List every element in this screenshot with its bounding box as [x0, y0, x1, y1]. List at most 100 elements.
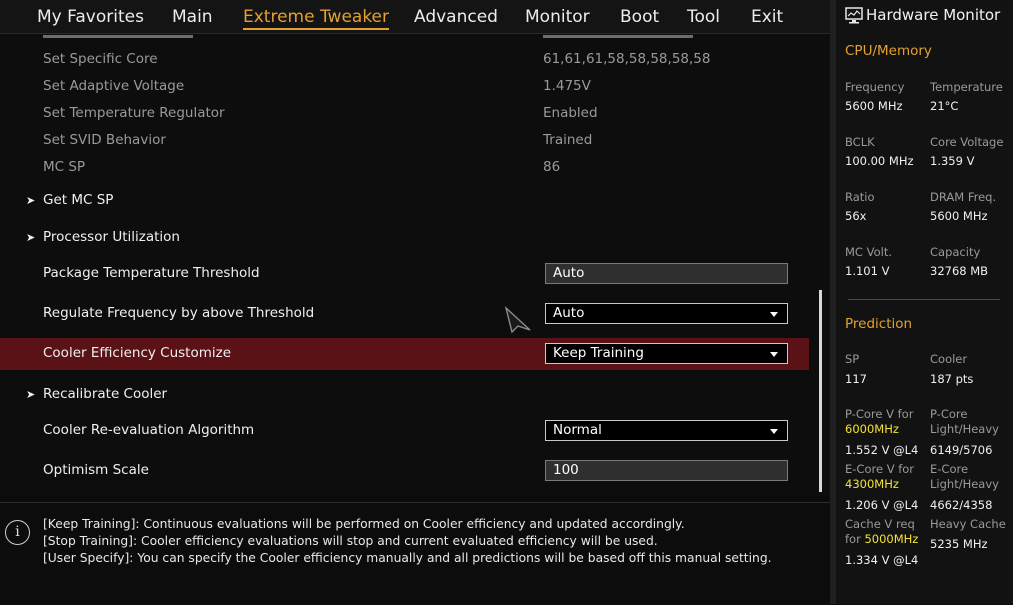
- hw-label-sp: SP: [845, 352, 860, 366]
- setting-value-set-svid-behavior: Trained: [543, 132, 593, 148]
- hw-value-pcore-v: 1.552 V @L4: [845, 443, 919, 457]
- setting-label-set-adaptive-voltage: Set Adaptive Voltage: [43, 78, 185, 94]
- pcore-v-text: P-Core V for: [845, 407, 914, 421]
- hw-value-pcore-light-heavy: 6149/5706: [930, 443, 993, 457]
- help-line-keep-training: [Keep Training]: Continuous evaluations …: [43, 517, 685, 531]
- clipped-row-value: [543, 34, 693, 43]
- hw-value-ratio: 56x: [845, 209, 867, 223]
- option-label-cooler-efficiency-customize: Cooler Efficiency Customize: [43, 345, 232, 361]
- tab-exit[interactable]: Exit: [751, 7, 783, 27]
- hw-value-core-voltage: 1.359 V: [930, 154, 975, 168]
- pcore-v-freq: 6000MHz: [845, 422, 899, 436]
- monitor-icon: [845, 7, 863, 24]
- clipped-text-fragment: [43, 35, 193, 38]
- option-label-optimism-scale: Optimism Scale: [43, 462, 149, 478]
- option-label-package-temperature-threshold: Package Temperature Threshold: [43, 265, 260, 281]
- help-line-stop-training: [Stop Training]: Cooler efficiency evalu…: [43, 534, 658, 548]
- pcore-lh-text-2: Light/Heavy: [930, 422, 999, 436]
- hardware-monitor-panel: Hardware Monitor CPU/Memory Frequency 56…: [836, 0, 1013, 604]
- submenu-get-mc-sp[interactable]: ➤ Get MC SP: [26, 191, 113, 210]
- hw-value-cache-v: 1.334 V @L4: [845, 553, 919, 567]
- hw-label-capacity: Capacity: [930, 245, 981, 259]
- hw-label-cache-v: Cache V req for 5000MHz: [845, 517, 918, 547]
- pcore-lh-text-1: P-Core: [930, 407, 968, 421]
- tab-extreme-tweaker-label: Extreme Tweaker: [243, 7, 390, 27]
- submenu-processor-utilization[interactable]: ➤ Processor Utilization: [26, 228, 180, 247]
- top-navigation: My Favorites Main Extreme Tweaker Advanc…: [0, 0, 830, 34]
- scrollbar[interactable]: [819, 290, 822, 492]
- setting-label-set-svid-behavior: Set SVID Behavior: [43, 132, 166, 148]
- setting-value-mc-sp: 86: [543, 159, 561, 175]
- setting-label-mc-sp: MC SP: [43, 159, 86, 175]
- clipped-text-fragment: [543, 35, 693, 38]
- tab-advanced[interactable]: Advanced: [414, 7, 498, 27]
- hw-value-temperature: 21°C: [930, 99, 959, 113]
- option-label-regulate-frequency: Regulate Frequency by above Threshold: [43, 305, 315, 321]
- hw-label-mc-volt: MC Volt.: [845, 245, 892, 259]
- hw-label-dram-freq: DRAM Freq.: [930, 190, 997, 204]
- cooler-reevaluation-algorithm-dropdown[interactable]: Normal: [545, 420, 788, 441]
- tab-extreme-tweaker[interactable]: Extreme Tweaker: [243, 7, 390, 30]
- cache-v-freq: 5000MHz: [864, 532, 919, 546]
- regulate-frequency-dropdown[interactable]: Auto: [545, 303, 788, 324]
- package-temperature-threshold-input[interactable]: Auto: [545, 263, 788, 284]
- chevron-down-icon: [770, 352, 778, 357]
- tab-monitor[interactable]: Monitor: [525, 7, 590, 27]
- hardware-monitor-title: Hardware Monitor: [866, 6, 1001, 24]
- section-separator: [848, 299, 1000, 300]
- cache-v-text-2: for: [845, 532, 861, 546]
- hw-label-pcore-v: P-Core V for 6000MHz: [845, 407, 913, 437]
- help-line-user-specify: [User Specify]: You can specify the Cool…: [43, 551, 772, 565]
- section-prediction: Prediction: [845, 316, 913, 332]
- setting-value-set-adaptive-voltage: 1.475V: [543, 78, 591, 94]
- setting-label-set-specific-core: Set Specific Core: [43, 51, 158, 67]
- submenu-arrow-icon: ➤: [26, 388, 36, 401]
- tab-tool[interactable]: Tool: [687, 7, 720, 27]
- dropdown-value: Keep Training: [553, 345, 644, 361]
- submenu-label: Get MC SP: [43, 192, 114, 208]
- ecore-lh-text-2: Light/Heavy: [930, 477, 999, 491]
- ecore-v-freq: 4300MHz: [845, 477, 899, 491]
- hw-label-bclk: BCLK: [845, 135, 875, 149]
- mouse-cursor-icon: [504, 306, 531, 334]
- hw-value-frequency: 5600 MHz: [845, 99, 903, 113]
- submenu-arrow-icon: ➤: [26, 231, 36, 244]
- hw-label-pcore-light-heavy: P-Core Light/Heavy: [930, 407, 999, 437]
- setting-value-set-temperature-regulator: Enabled: [543, 105, 598, 121]
- help-panel: i [Keep Training]: Continuous evaluation…: [0, 502, 830, 605]
- active-tab-underline: [243, 28, 390, 30]
- tab-my-favorites[interactable]: My Favorites: [37, 7, 144, 27]
- hw-value-heavy-cache: 5235 MHz: [930, 537, 988, 551]
- hw-label-heavy-cache: Heavy Cache: [930, 517, 1006, 531]
- dropdown-value: Auto: [553, 305, 585, 321]
- tab-boot[interactable]: Boot: [620, 7, 659, 27]
- settings-panel: Set Specific Core 61,61,61,58,58,58,58,5…: [0, 34, 830, 496]
- hw-label-ecore-v: E-Core V for 4300MHz: [845, 462, 914, 492]
- hw-value-ecore-v: 1.206 V @L4: [845, 498, 919, 512]
- hw-label-ecore-light-heavy: E-Core Light/Heavy: [930, 462, 999, 492]
- ecore-v-text: E-Core V for: [845, 462, 915, 476]
- hw-label-cooler: Cooler: [930, 352, 968, 366]
- section-cpu-memory: CPU/Memory: [845, 43, 932, 59]
- submenu-arrow-icon: ➤: [26, 194, 36, 207]
- tab-main[interactable]: Main: [172, 7, 213, 27]
- hw-value-bclk: 100.00 MHz: [845, 154, 914, 168]
- cooler-efficiency-customize-dropdown[interactable]: Keep Training: [545, 343, 788, 364]
- hw-value-sp: 117: [845, 372, 867, 386]
- submenu-label: Recalibrate Cooler: [43, 386, 168, 402]
- optimism-scale-input[interactable]: 100: [545, 460, 788, 481]
- hw-label-frequency: Frequency: [845, 80, 905, 94]
- dropdown-value: Normal: [553, 422, 602, 438]
- hw-label-ratio: Ratio: [845, 190, 875, 204]
- submenu-label: Processor Utilization: [43, 229, 180, 245]
- option-label-cooler-reevaluation-algorithm: Cooler Re-evaluation Algorithm: [43, 422, 255, 438]
- chevron-down-icon: [770, 429, 778, 434]
- hw-value-cooler: 187 pts: [930, 372, 974, 386]
- submenu-recalibrate-cooler[interactable]: ➤ Recalibrate Cooler: [26, 385, 167, 404]
- clipped-row-label: [43, 34, 193, 43]
- info-icon: i: [5, 520, 30, 545]
- cache-v-text-1: Cache V req: [845, 517, 915, 531]
- hw-label-core-voltage: Core Voltage: [930, 135, 1004, 149]
- setting-value-set-specific-core: 61,61,61,58,58,58,58,58: [543, 51, 711, 67]
- hw-label-temperature: Temperature: [930, 80, 1003, 94]
